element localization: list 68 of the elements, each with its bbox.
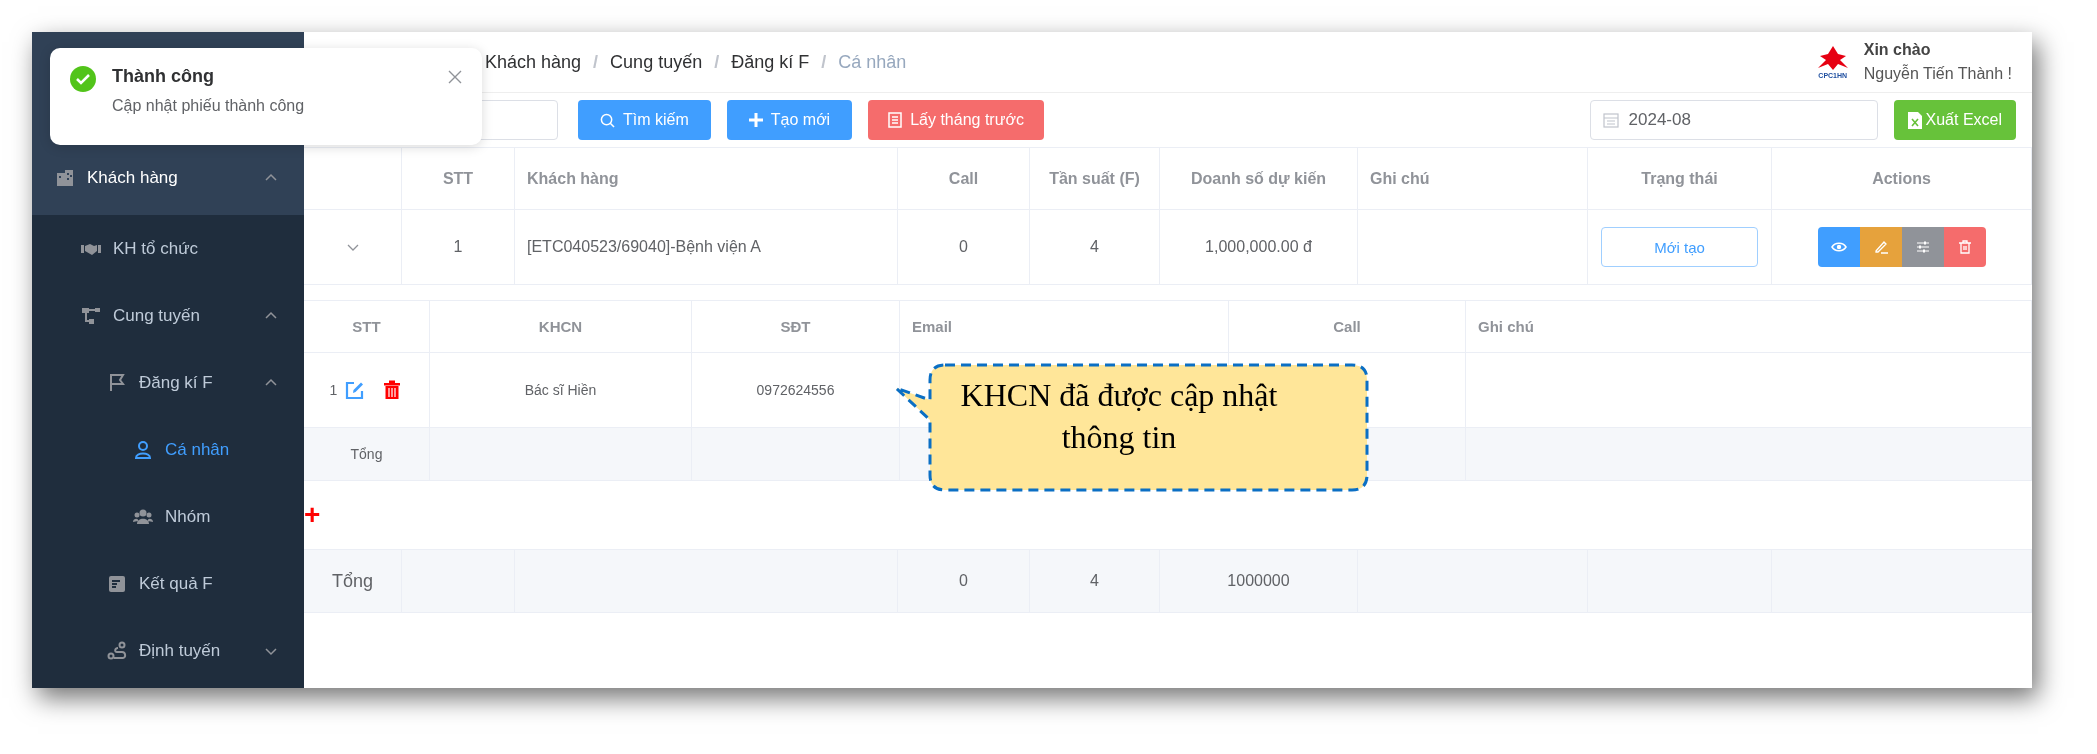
user-icon [133, 439, 153, 460]
toast-title: Thành công [112, 66, 215, 87]
building-icon [55, 167, 75, 188]
sidebar-item[interactable]: Khách hàng [32, 140, 304, 215]
calendar-icon [1602, 112, 1619, 128]
column-header: Call [898, 147, 1030, 210]
table-cell: 0 [898, 210, 1030, 285]
column-header: Email [900, 300, 1229, 353]
view-button[interactable] [1817, 227, 1860, 267]
column-header: KHCN [430, 300, 692, 353]
column-header: Doanh số dự kiến [1160, 147, 1358, 210]
flag-icon [107, 372, 127, 393]
column-header: Khách hàng [515, 147, 898, 210]
pencil-icon [1872, 239, 1889, 255]
settings-button[interactable] [1901, 227, 1944, 267]
table-cell: 1,000,000.00 đ [1160, 210, 1358, 285]
callout-text: KHCN đã được cập nhật thông tin [959, 376, 1279, 457]
column-header: Trạng thái [1588, 147, 1772, 210]
route-icon [107, 640, 127, 661]
close-icon[interactable] [448, 70, 462, 84]
excel-file-icon [1907, 111, 1922, 129]
edit-icon[interactable] [345, 380, 366, 400]
column-header: SĐT [692, 300, 900, 353]
table-cell: 1 [402, 210, 515, 285]
month-field[interactable]: 2024-08 [1589, 100, 1878, 140]
table-cell: Tổng [304, 550, 402, 613]
sidebar-item[interactable]: Đăng kí F [32, 349, 304, 416]
user-name: Nguyễn Tiến Thành ! [1863, 65, 2012, 83]
sidebar-item[interactable]: Cá nhân [32, 416, 304, 483]
table-cell: 1000000 [1160, 550, 1358, 613]
column-header: Ghi chú [1358, 147, 1588, 210]
delete-button[interactable] [1943, 227, 1986, 267]
column-header: Call [1229, 300, 1466, 353]
column-header: Tần suất (F) [1030, 147, 1160, 210]
table-cell: [ETC040523/69040]-Bệnh viện A [515, 210, 898, 285]
document-icon [107, 573, 127, 594]
breadcrumb-separator: / [821, 51, 827, 73]
toast-message: Cập nhật phiếu thành công [112, 97, 306, 115]
breadcrumb-item[interactable]: Khách hàng [485, 51, 582, 73]
column-header: Actions [1772, 147, 2032, 210]
flowchart-icon [81, 305, 101, 326]
column-header: Ghi chú [1466, 300, 2032, 353]
add-row-button[interactable]: + [304, 501, 321, 529]
sidebar-item[interactable]: Kết quả F [32, 550, 304, 617]
sliders-icon [1914, 239, 1931, 255]
sidebar-item[interactable]: KH tổ chức [32, 215, 304, 282]
greeting-text: Xin chào [1863, 41, 1932, 59]
table-cell: 4 [1030, 210, 1160, 285]
table-cell: 0 [898, 550, 1030, 613]
trash-icon [1956, 239, 1973, 255]
check-icon [70, 66, 96, 92]
breadcrumb-item: Cá nhân [838, 51, 907, 73]
document-icon [888, 112, 903, 128]
search-icon [600, 112, 615, 128]
table-cell: 1 [329, 382, 338, 398]
plus-icon [748, 113, 763, 127]
table-cell: 4 [1030, 550, 1160, 613]
table-cell: Tổng [304, 428, 430, 481]
breadcrumb-item[interactable]: Cung tuyến [610, 51, 703, 73]
sidebar-item[interactable]: Định tuyến [32, 617, 304, 684]
column-header: STT [304, 300, 430, 353]
breadcrumb-separator: / [714, 51, 720, 73]
breadcrumb-item[interactable]: Đăng kí F [731, 51, 810, 73]
column-header: STT [402, 147, 515, 210]
sidebar-item[interactable]: Nhóm [32, 483, 304, 550]
breadcrumb-separator: / [593, 51, 599, 73]
sidebar-item[interactable]: Cung tuyến [32, 282, 304, 349]
edit-button[interactable] [1859, 227, 1902, 267]
